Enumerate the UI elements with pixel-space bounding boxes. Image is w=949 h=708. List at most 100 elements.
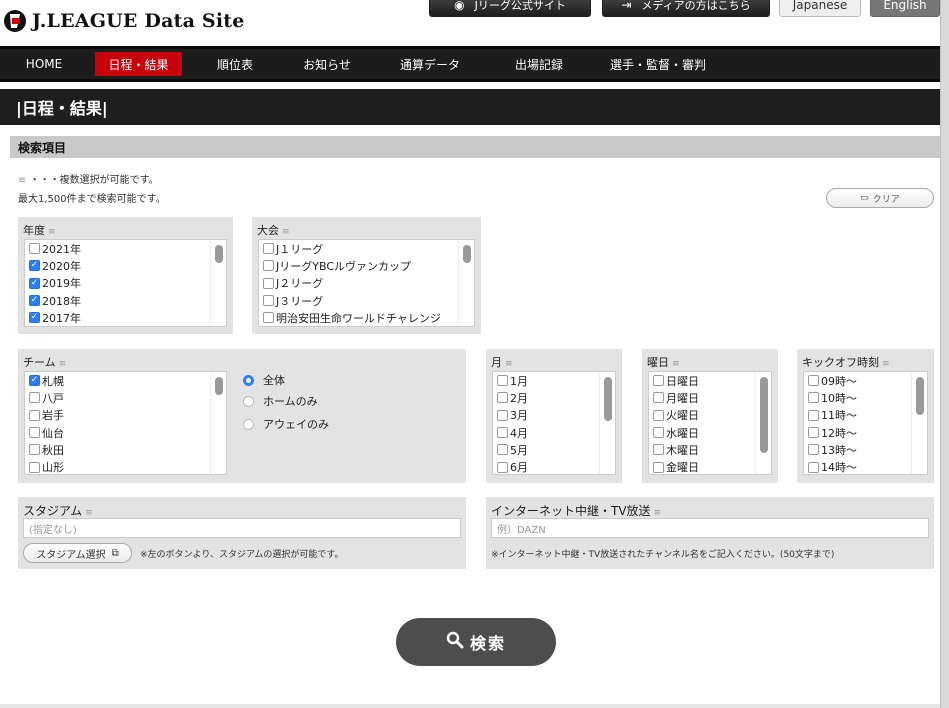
stadium-select-button[interactable]: スタジアム選択 ⧉ [23,543,132,563]
competition-option[interactable]: J３リーグ [259,292,474,309]
checkbox[interactable] [497,427,508,439]
month-option[interactable]: 3月 [493,407,615,424]
checkbox[interactable] [497,392,508,404]
year-option[interactable]: ✓ 2018年 [25,292,226,309]
checkbox[interactable] [29,461,40,473]
team-option[interactable]: 秋田 [25,441,226,458]
checkbox[interactable] [29,427,40,439]
checkbox[interactable] [808,375,819,387]
team-option[interactable]: 山形 [25,458,226,474]
scroll-thumb[interactable] [215,245,223,263]
checkbox[interactable] [808,427,819,439]
weekday-option[interactable]: 月曜日 [649,389,771,406]
checkbox[interactable] [653,461,664,473]
checkbox[interactable]: ✓ [29,312,40,324]
team-scrollbar[interactable] [210,372,226,474]
nav-players[interactable]: 選手・監督・審判 [604,52,712,76]
weekday-scrollbar[interactable] [755,372,771,474]
checkbox[interactable] [808,409,819,421]
kickoff-option[interactable]: 12時～ [804,424,927,441]
team-option[interactable]: 岩手 [25,407,226,424]
weekday-option[interactable]: 水曜日 [649,424,771,441]
checkbox[interactable] [263,243,274,255]
team-option[interactable]: 八戸 [25,389,226,406]
scroll-thumb[interactable] [604,377,612,421]
year-option[interactable]: 2021年 [25,240,226,257]
kickoff-listbox[interactable]: 09時～ 10時～ 11時～ 12時～ 13時～ 14時～ [803,371,928,475]
scroll-thumb[interactable] [215,377,223,395]
checkbox[interactable]: ✓ [29,277,40,289]
nav-schedule[interactable]: 日程・結果 [95,52,182,76]
competition-option[interactable]: JリーグYBCルヴァンカップ [259,257,474,274]
competition-scrollbar[interactable] [458,240,474,326]
radio-all[interactable]: 全体 [243,372,285,388]
checkbox[interactable]: ✓ [29,375,40,387]
checkbox[interactable]: ✓ [29,295,40,307]
checkbox[interactable]: ✓ [29,260,40,272]
weekday-listbox[interactable]: 日曜日 月曜日 火曜日 水曜日 木曜日 金曜日 [648,371,772,475]
competition-option[interactable]: J１リーグ [259,240,474,257]
checkbox[interactable] [808,461,819,473]
kickoff-option[interactable]: 09時～ [804,372,927,389]
kickoff-option[interactable]: 11時～ [804,407,927,424]
nav-news[interactable]: お知らせ [295,52,359,76]
lang-english-button[interactable]: English [870,0,940,17]
checkbox[interactable] [497,409,508,421]
nav-standings[interactable]: 順位表 [205,52,265,76]
search-button[interactable]: 検索 [396,618,556,666]
scroll-thumb[interactable] [916,377,924,415]
checkbox[interactable] [29,243,40,255]
year-option[interactable]: ✓ 2019年 [25,275,226,292]
media-button[interactable]: ⇥ メディアの方はこちら [602,0,770,17]
radio-home-control[interactable] [243,395,254,407]
month-option[interactable]: 5月 [493,441,615,458]
team-option[interactable]: 仙台 [25,424,226,441]
competition-listbox[interactable]: J１リーグ JリーグYBCルヴァンカップ J２リーグ J３リーグ 明治安田生命ワールドチ… [258,239,475,327]
month-option[interactable]: 4月 [493,424,615,441]
competition-option[interactable]: J２リーグ [259,275,474,292]
checkbox[interactable] [29,392,40,404]
lang-japanese-button[interactable]: Japanese [779,0,861,17]
year-scrollbar[interactable] [210,240,226,326]
clear-button[interactable]: ▭ クリア [826,188,934,208]
checkbox[interactable] [497,375,508,387]
weekday-option[interactable]: 金曜日 [649,458,771,474]
weekday-option[interactable]: 日曜日 [649,372,771,389]
checkbox[interactable] [263,277,274,289]
checkbox[interactable] [263,312,274,324]
checkbox[interactable] [263,260,274,272]
page-scrollbar[interactable] [940,0,949,708]
kickoff-option[interactable]: 13時～ [804,441,927,458]
year-option[interactable]: ✓ 2020年 [25,257,226,274]
nav-total-data[interactable]: 通算データ [392,52,468,76]
checkbox[interactable] [808,392,819,404]
checkbox[interactable] [497,461,508,473]
competition-option[interactable]: 明治安田生命ワールドチャレンジ [259,309,474,326]
checkbox[interactable] [29,409,40,421]
checkbox[interactable] [263,295,274,307]
weekday-option[interactable]: 火曜日 [649,407,771,424]
official-site-button[interactable]: ◉ Jリーグ公式サイト [429,0,591,17]
team-listbox[interactable]: ✓ 札幌 八戸 岩手 仙台 秋田 山形 [24,371,227,475]
radio-home[interactable]: ホームのみ [243,393,318,409]
radio-all-control[interactable] [243,374,254,386]
year-listbox[interactable]: 2021年 ✓ 2020年 ✓ 2019年 ✓ 2018年 ✓ 2017年 [24,239,227,327]
month-scrollbar[interactable] [599,372,615,474]
checkbox[interactable] [653,444,664,456]
checkbox[interactable] [653,392,664,404]
checkbox[interactable] [808,444,819,456]
month-option[interactable]: 6月 [493,458,615,474]
radio-away-control[interactable] [243,418,254,430]
kickoff-option[interactable]: 10時～ [804,389,927,406]
checkbox[interactable] [497,444,508,456]
checkbox[interactable] [653,375,664,387]
checkbox[interactable] [653,427,664,439]
weekday-option[interactable]: 木曜日 [649,441,771,458]
checkbox[interactable] [29,444,40,456]
month-listbox[interactable]: 1月 2月 3月 4月 5月 6月 [492,371,616,475]
checkbox[interactable] [653,409,664,421]
month-option[interactable]: 2月 [493,389,615,406]
nav-appearances[interactable]: 出場記録 [508,52,570,76]
radio-away[interactable]: アウェイのみ [243,416,329,432]
team-option[interactable]: ✓ 札幌 [25,372,226,389]
